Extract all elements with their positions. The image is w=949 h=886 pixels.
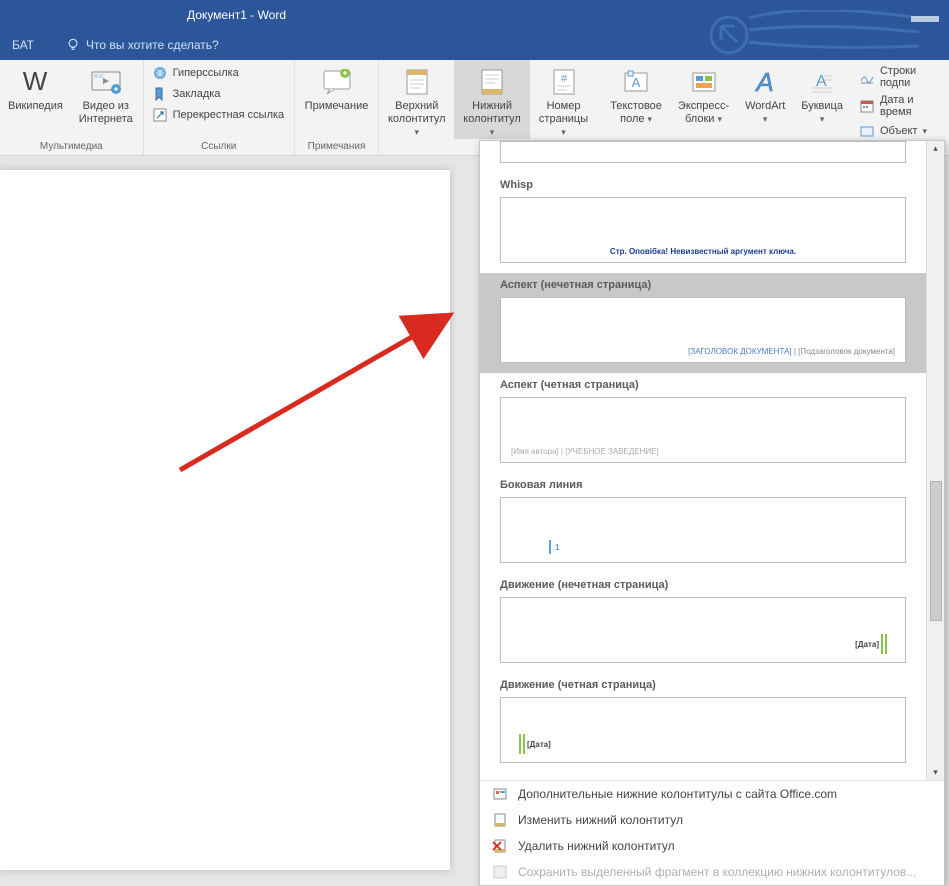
- footer-icon: [480, 68, 504, 96]
- svg-text:A: A: [755, 68, 774, 96]
- gallery-preview[interactable]: [Дата]: [500, 697, 906, 763]
- group-links-label: Ссылки: [144, 139, 294, 155]
- wikipedia-icon: W: [21, 68, 49, 96]
- gallery-item[interactable]: WhispСтр. Оповібка! Невизвестный аргумен…: [480, 173, 926, 273]
- gallery-item[interactable]: Боковая линия1: [480, 473, 926, 573]
- gallery-preview[interactable]: Стр. Оповібка! Невизвестный аргумент клю…: [500, 197, 906, 263]
- gallery-item-label: Боковая линия: [500, 473, 906, 497]
- tell-me[interactable]: Что вы хотите сделать?: [66, 38, 219, 52]
- scrollbar-thumb[interactable]: [930, 481, 942, 621]
- crossref-button[interactable]: Перекрестная ссылка: [150, 106, 287, 124]
- svg-text:W: W: [23, 68, 48, 96]
- gallery-item-label: Движение (нечетная страница): [500, 573, 906, 597]
- more-footers-button[interactable]: Дополнительные нижние колонтитулы с сайт…: [480, 781, 944, 807]
- remove-footer-button[interactable]: Удалить нижний колонтитул: [480, 833, 944, 859]
- header-button[interactable]: Верхнийколонтитул ▾: [379, 60, 454, 139]
- chevron-down-icon: ▾: [561, 127, 566, 137]
- bookmark-button[interactable]: Закладка: [150, 85, 287, 103]
- svg-text:A: A: [632, 75, 641, 90]
- textbox-button[interactable]: A Текстовоеполе ▾: [602, 60, 670, 126]
- datetime-button[interactable]: Дата и время: [857, 93, 943, 119]
- chevron-down-icon: ▾: [490, 127, 495, 137]
- gallery-item[interactable]: Аспект (четная страница)[Имя автора] | […: [480, 373, 926, 473]
- chevron-down-icon: ▾: [922, 126, 927, 137]
- online-video-button[interactable]: Видео изИнтернета: [71, 60, 141, 126]
- tab-bat[interactable]: БАТ: [4, 38, 42, 52]
- remove-footer-icon: [492, 838, 508, 854]
- gallery-item-label: Аспект (нечетная страница): [500, 273, 906, 297]
- titlebar: Документ1 - Word: [0, 0, 949, 30]
- gallery-item[interactable]: Движение (нечетная страница)[Дата]: [480, 573, 926, 673]
- express-icon: [691, 69, 717, 95]
- group-comments-label: Примечания: [295, 139, 378, 155]
- svg-text:#: #: [560, 73, 567, 85]
- hyperlink-button[interactable]: Гиперссылка: [150, 64, 287, 82]
- gallery-item[interactable]: Движение (четная страница)[Дата]: [480, 673, 926, 773]
- save-selection-button: Сохранить выделенный фрагмент в коллекци…: [480, 859, 944, 885]
- gallery-item[interactable]: Аспект (нечетная страница)[ЗАГОЛОВОК ДОК…: [480, 273, 926, 373]
- gallery-scrollbar[interactable]: ▴ ▾: [926, 141, 944, 780]
- chevron-down-icon: ▾: [763, 114, 768, 124]
- wordart-icon: A: [751, 68, 779, 96]
- edit-footer-button[interactable]: Изменить нижний колонтитул: [480, 807, 944, 833]
- wikipedia-button[interactable]: W Википедия: [0, 60, 71, 113]
- office-icon: [492, 786, 508, 802]
- edit-footer-icon: [492, 812, 508, 828]
- tell-me-label: Что вы хотите сделать?: [86, 38, 219, 52]
- header-icon: [405, 68, 429, 96]
- dropcap-button[interactable]: A Буквица▾: [793, 60, 851, 126]
- dropcap-icon: A: [809, 69, 835, 95]
- footer-gallery-dropdown: WhispСтр. Оповібка! Невизвестный аргумен…: [479, 140, 945, 886]
- signature-line-button[interactable]: Строки подпи: [857, 64, 943, 90]
- lightbulb-icon: [66, 38, 80, 52]
- signature-icon: [859, 69, 875, 85]
- crossref-icon: [152, 107, 168, 123]
- gallery-preview[interactable]: [Имя автора] | [УЧЕБНОЕ ЗАВЕДЕНИЕ]: [500, 397, 906, 463]
- gallery-preview[interactable]: 1: [500, 497, 906, 563]
- chevron-down-icon: ▾: [648, 114, 653, 124]
- save-icon: [492, 864, 508, 880]
- chevron-down-icon: ▾: [718, 114, 723, 124]
- scroll-up-icon[interactable]: ▴: [931, 141, 940, 156]
- hyperlink-icon: [152, 65, 168, 81]
- gallery-menu: Дополнительные нижние колонтитулы с сайт…: [480, 780, 944, 885]
- page-number-icon: #: [552, 68, 576, 96]
- express-blocks-button[interactable]: Экспресс-блоки ▾: [670, 60, 737, 126]
- group-media-label: Мультимедиа: [0, 139, 143, 155]
- footer-button[interactable]: Нижнийколонтитул ▾: [454, 60, 529, 139]
- video-icon: [91, 70, 121, 94]
- textbox-icon: A: [623, 69, 649, 95]
- wordart-button[interactable]: A WordArt▾: [737, 60, 793, 126]
- gallery-preview[interactable]: [500, 141, 906, 163]
- gallery-item-label: Аспект (четная страница): [500, 373, 906, 397]
- page-number-button[interactable]: # Номерстраницы ▾: [530, 60, 598, 139]
- chevron-down-icon: ▾: [415, 127, 420, 137]
- window-title: Документ1 - Word: [187, 8, 286, 22]
- gallery-preview[interactable]: [ЗАГОЛОВОК ДОКУМЕНТА] | [Подзаголовок до…: [500, 297, 906, 363]
- object-icon: [859, 123, 875, 139]
- object-button[interactable]: Объект ▾: [857, 122, 943, 140]
- decorative-lines: [689, 10, 949, 60]
- scroll-down-icon[interactable]: ▾: [931, 765, 940, 780]
- bookmark-icon: [152, 86, 168, 102]
- comment-icon: [322, 69, 352, 95]
- chevron-down-icon: ▾: [820, 114, 825, 124]
- gallery-preview[interactable]: [Дата]: [500, 597, 906, 663]
- gallery-item-label: Движение (четная страница): [500, 673, 906, 697]
- gallery-item-label: Whisp: [500, 173, 906, 197]
- page[interactable]: [0, 170, 450, 870]
- comment-button[interactable]: Примечание: [297, 60, 377, 113]
- calendar-icon: [859, 98, 875, 114]
